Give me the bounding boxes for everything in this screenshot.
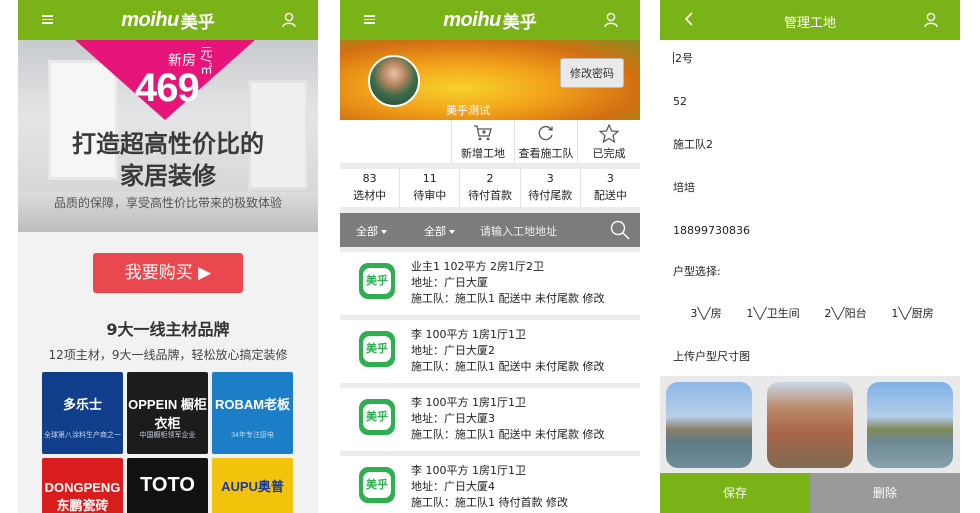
caret-down-icon	[449, 230, 455, 234]
floorplan-photos	[660, 376, 960, 473]
balcony-selector[interactable]: 2╲╱阳台	[824, 305, 866, 321]
search-icon[interactable]	[610, 220, 630, 240]
brand-card-dongpeng[interactable]: DONGPENG 东鹏瓷砖	[42, 458, 123, 513]
meihu-app-icon: 美乎	[359, 263, 395, 299]
brand-card-dulux[interactable]: 多乐士 全球第八涂料生产商之一	[42, 372, 123, 454]
brands-title: 9大一线主材品牌	[106, 320, 230, 339]
menu-icon[interactable]	[42, 15, 53, 24]
stat-awaiting-final-payment[interactable]: 3 待付尾款	[521, 169, 581, 207]
photo-thumbnail[interactable]	[767, 382, 853, 468]
phone-field[interactable]: 18899730836	[673, 212, 953, 255]
filter-dropdown-1[interactable]: 全部	[356, 223, 387, 239]
brand-card-oppein[interactable]: OPPEIN 橱柜 衣柜 中国橱柜领军企业	[127, 372, 208, 454]
kitchen-selector[interactable]: 1╲╱厨房	[891, 305, 933, 321]
caret-down-icon	[381, 230, 387, 234]
brand-grid: 多乐士 全球第八涂料生产商之一 OPPEIN 橱柜 衣柜 中国橱柜领军企业 RO…	[42, 372, 294, 513]
site-form: 2号 52 施工队2 培培 18899730836	[673, 40, 953, 255]
list-item[interactable]: 美乎 李 100平方 1房1厅1卫 地址：广日大厦4 施工队：施工队1 待付首款 修…	[340, 456, 640, 513]
brand-card-aupu[interactable]: AUPU奥普	[212, 458, 293, 513]
photo-thumbnail[interactable]	[867, 382, 953, 468]
stat-selecting[interactable]: 83 选材中	[340, 169, 401, 207]
filter-dropdown-2[interactable]: 全部	[424, 223, 455, 239]
manage-site-screen: 管理工地 2号 52 施工队2 培培 18899730836 户型选择: 3╲╱…	[660, 0, 960, 513]
status-stats: 83 选材中 11 待审中 2 待付首款 3 待付尾款 3 配送中	[340, 169, 640, 207]
bedroom-selector[interactable]: 3╲╱房	[690, 305, 721, 321]
banner-subtitle: 品质的保障，享受高性价比带来的极致体验	[53, 196, 282, 210]
delete-button[interactable]: 删除	[810, 473, 960, 513]
list-item[interactable]: 美乎 李 100平方 1房1厅1卫 地址：广日大厦2 施工队：施工队1 配送中 未付…	[340, 320, 640, 383]
logo: moihu 美乎	[443, 9, 537, 33]
profile-screen: moihu 美乎 修改密码 美乎测试 新增工地 查看施工队 已完成 83 选材中 …	[340, 0, 640, 513]
filter-bar: 全部 全部 请输入工地地址	[340, 213, 640, 247]
meihu-app-icon: 美乎	[359, 331, 395, 367]
photo-thumbnail[interactable]	[666, 382, 752, 468]
owner-field[interactable]: 培培	[673, 169, 953, 212]
promo-banner[interactable]: 新房 469 元/㎡ 打造超高性价比的 家居装修 品质的保障，享受高性价比带来的…	[18, 40, 318, 232]
upload-label: 上传户型尺寸图	[673, 350, 750, 363]
nickname: 美乎测试	[446, 104, 490, 117]
stat-awaiting-first-payment[interactable]: 2 待付首款	[460, 169, 521, 207]
text-cursor	[673, 52, 674, 64]
star-icon	[599, 123, 619, 143]
brand-card-robam[interactable]: ROBAM老板 34年专注厨电	[212, 372, 293, 454]
form-actions: 保存 删除	[660, 473, 960, 513]
add-site-button[interactable]: 新增工地	[451, 120, 514, 163]
site-name-field[interactable]: 2号	[673, 40, 953, 83]
save-button[interactable]: 保存	[660, 473, 810, 513]
stat-reviewing[interactable]: 11 待审中	[400, 169, 461, 207]
action-bar: 新增工地 查看施工队 已完成	[451, 120, 640, 163]
list-item[interactable]: 美乎 李 100平方 1房1厅1卫 地址：广日大厦3 施工队：施工队1 配送中 未付…	[340, 388, 640, 451]
user-icon[interactable]	[924, 12, 938, 28]
area-field[interactable]: 52	[673, 83, 953, 126]
stat-delivering[interactable]: 3 配送中	[581, 169, 640, 207]
brands-subtitle: 12项主材，9大一线品牌，轻松放心搞定装修	[48, 348, 288, 362]
completed-button[interactable]: 已完成	[577, 120, 640, 163]
banner-title: 打造超高性价比的 家居装修	[72, 130, 264, 190]
logo: moihu 美乎	[121, 9, 215, 33]
page-title: 管理工地	[783, 16, 836, 31]
crew-field[interactable]: 施工队2	[673, 126, 953, 169]
top-bar: moihu 美乎	[340, 0, 640, 40]
bathroom-selector[interactable]: 1╲╱卫生间	[746, 305, 799, 321]
avatar[interactable]	[368, 55, 420, 107]
meihu-app-icon: 美乎	[359, 467, 395, 503]
view-crew-button[interactable]: 查看施工队	[514, 120, 577, 163]
site-list: 美乎 业主1 102平方 2房1厅2卫 地址：广日大厦 施工队：施工队1 配送中 未…	[340, 252, 640, 513]
brand-card-toto[interactable]: TOTO	[127, 458, 208, 513]
user-icon[interactable]	[282, 12, 296, 28]
list-item[interactable]: 美乎 业主1 102平方 2房1厅2卫 地址：广日大厦 施工队：施工队1 配送中 未…	[340, 252, 640, 315]
top-bar: 管理工地	[660, 0, 960, 40]
top-bar: moihu 美乎	[18, 0, 318, 40]
room-type-label: 户型选择:	[673, 265, 721, 278]
meihu-app-icon: 美乎	[359, 399, 395, 435]
cart-icon	[474, 125, 492, 141]
price-value: 469	[135, 66, 200, 110]
user-icon[interactable]	[604, 12, 618, 28]
address-search-input[interactable]: 请输入工地地址	[480, 223, 557, 239]
refresh-icon	[538, 125, 553, 141]
menu-icon[interactable]	[364, 15, 375, 24]
price-unit: 元/㎡	[199, 46, 213, 75]
room-type-selector: 3╲╱房 1╲╱卫生间 2╲╱阳台 1╲╱厨房	[660, 305, 960, 321]
home-screen: moihu 美乎 新房 469 元/㎡ 打造超高性价比的 家居装修 品质的保障，…	[18, 0, 318, 513]
change-password-button[interactable]: 修改密码	[560, 58, 624, 88]
buy-button[interactable]: 我要购买 ▶	[93, 253, 243, 293]
